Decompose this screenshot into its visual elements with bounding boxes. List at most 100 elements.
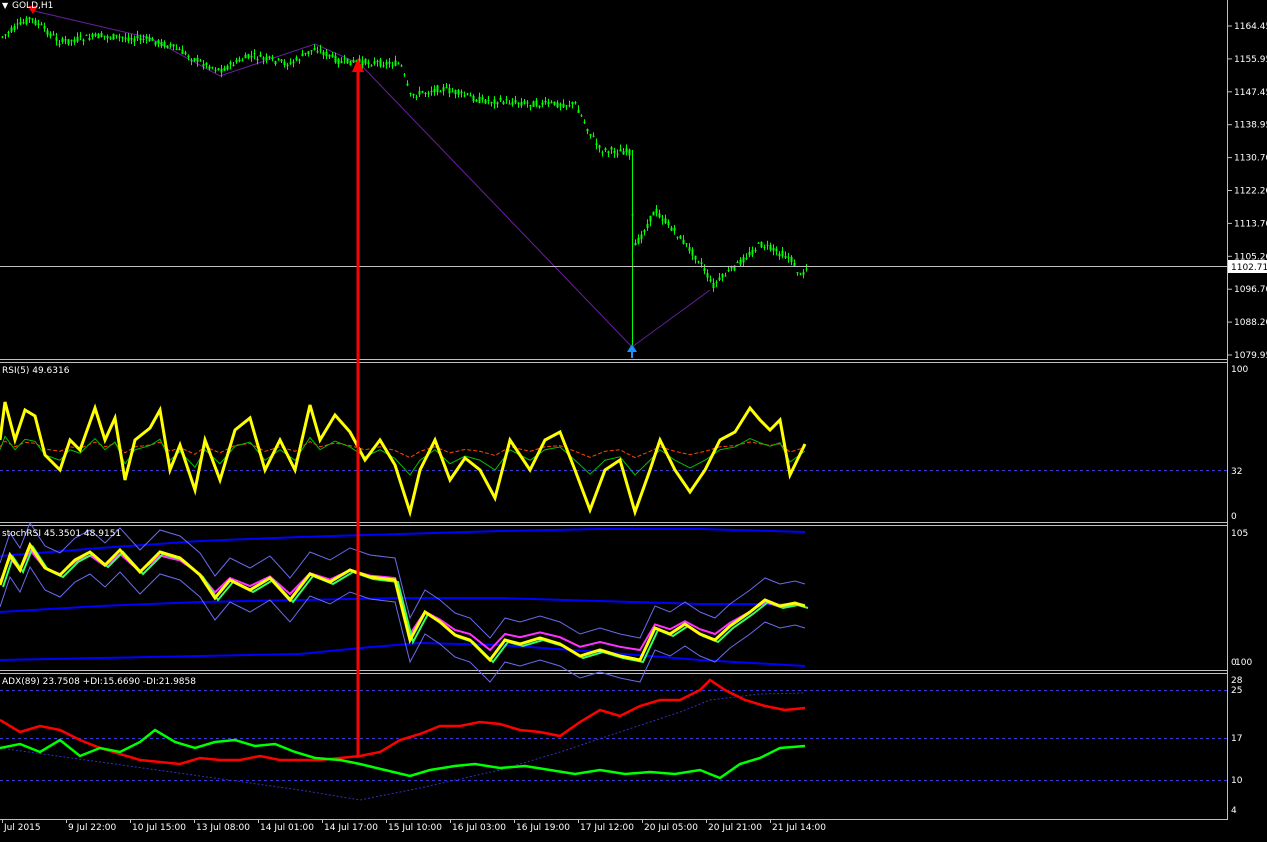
chart-title-dropdown-icon[interactable]: ▼ (2, 1, 9, 10)
candle-body (628, 149, 631, 156)
candle-body (619, 149, 622, 152)
candle-body (610, 147, 613, 150)
candle-body (577, 110, 580, 113)
time-axis-label: 14 Jul 17:00 (324, 823, 378, 833)
candle-body (280, 59, 283, 61)
candle-body (541, 102, 544, 105)
candle-body (736, 261, 739, 263)
stoch-rsi-label: stochRSI 45.3501 48.9151 (2, 529, 121, 539)
candle-body (706, 273, 709, 278)
price-pane[interactable] (0, 6, 1228, 358)
candle-body (211, 67, 214, 69)
candle-body (310, 50, 313, 52)
rsi-axis: 100 32 0 (1231, 365, 1248, 522)
candle-body (349, 60, 352, 66)
candle-body (67, 39, 70, 44)
candle-body (655, 208, 658, 214)
candle-body (220, 68, 223, 73)
candle-body (4, 34, 7, 36)
candle-body (616, 153, 619, 155)
rsi-label: RSI(5) 49.6316 (2, 366, 70, 376)
candle-body (229, 62, 232, 65)
candle-body (682, 239, 685, 244)
candle-body (499, 98, 502, 101)
candle-body (82, 39, 85, 42)
candle-body (112, 33, 115, 40)
candle-body (70, 39, 73, 41)
candle-body (373, 61, 376, 64)
candle-body (295, 57, 298, 61)
time-axis-label: 21 Jul 14:00 (772, 823, 826, 833)
candle-body (289, 62, 292, 64)
candle-body (559, 103, 562, 106)
stoch-rsi-pane[interactable] (0, 521, 809, 683)
candle-body (133, 38, 136, 42)
rsi-axis-label: 100 (1231, 365, 1248, 375)
price-axis-label: 1113.70 (1234, 219, 1267, 229)
candle-body (643, 230, 646, 233)
time-axis-label: 10 Jul 15:00 (132, 823, 186, 833)
candle-body (523, 101, 526, 104)
price-axis-label: 1164.45 (1234, 22, 1267, 32)
stoch-axis-label: 100 (1235, 658, 1252, 668)
candle-body (259, 54, 262, 57)
candle-body (241, 60, 244, 62)
candle-body (505, 99, 508, 101)
candle-body (370, 65, 373, 67)
candle-body (163, 41, 166, 47)
candle-body (103, 35, 106, 37)
candle-body (691, 249, 694, 256)
candle-body (607, 151, 610, 154)
candle-body (25, 18, 28, 25)
candle-body (592, 135, 595, 137)
time-axis[interactable]: Jul 2015 9 Jul 22:00 10 Jul 15:00 13 Jul 08… (2, 819, 827, 833)
rsi-pane[interactable] (0, 401, 1228, 518)
candle-body (328, 54, 331, 57)
candle-body (613, 150, 616, 154)
candle-body (520, 102, 523, 106)
candle-body (661, 219, 664, 221)
candle-body (301, 53, 304, 56)
price-axis-label: 1130.70 (1234, 154, 1267, 164)
candle-body (673, 227, 676, 231)
candle-body (685, 243, 688, 245)
candle-body (100, 33, 103, 37)
candle-body (598, 145, 601, 148)
candle-body (496, 102, 499, 105)
candle-body (688, 247, 691, 251)
candle-body (166, 45, 169, 48)
chart-title: GOLD,H1 (12, 1, 53, 11)
candle-body (712, 283, 715, 288)
candle-body (127, 37, 130, 42)
current-price-value: 1102.71 (1231, 263, 1267, 273)
candle-body (589, 134, 592, 136)
vertical-signal-arrow (352, 58, 364, 758)
candle-body (667, 222, 670, 226)
candle-body (205, 62, 208, 65)
candle-body (787, 256, 790, 259)
price-axis[interactable]: 1164.45 1155.95 1147.45 1138.95 1130.70 1122.… (1228, 22, 1267, 361)
pane-labels: ▼ GOLD,H1 RSI(5) 49.6316 stochRSI 45.350… (2, 1, 196, 687)
candle-body (604, 148, 607, 151)
candle-body (208, 66, 211, 69)
chart-window[interactable]: ▼ GOLD,H1 RSI(5) 49.6316 stochRSI 45.350… (0, 0, 1267, 838)
price-axis-label: 1096.70 (1234, 285, 1267, 295)
candle-body (337, 59, 340, 65)
candle-body (760, 241, 763, 248)
candle-body (490, 102, 493, 104)
candle-body (544, 100, 547, 103)
candle-body (442, 87, 445, 91)
candle-body (31, 18, 34, 20)
candle-body (694, 255, 697, 260)
candle-body (601, 152, 604, 154)
candle-body (187, 55, 190, 58)
chart-canvas[interactable]: ▼ GOLD,H1 RSI(5) 49.6316 stochRSI 45.350… (0, 0, 1267, 838)
candle-body (622, 151, 625, 155)
adx-pane[interactable] (0, 678, 1228, 801)
candle-body (493, 99, 496, 104)
candle-body (550, 102, 553, 104)
candle-body (670, 227, 673, 231)
candle-body (763, 247, 766, 249)
candle-body (388, 62, 391, 64)
candle-body (433, 88, 436, 93)
